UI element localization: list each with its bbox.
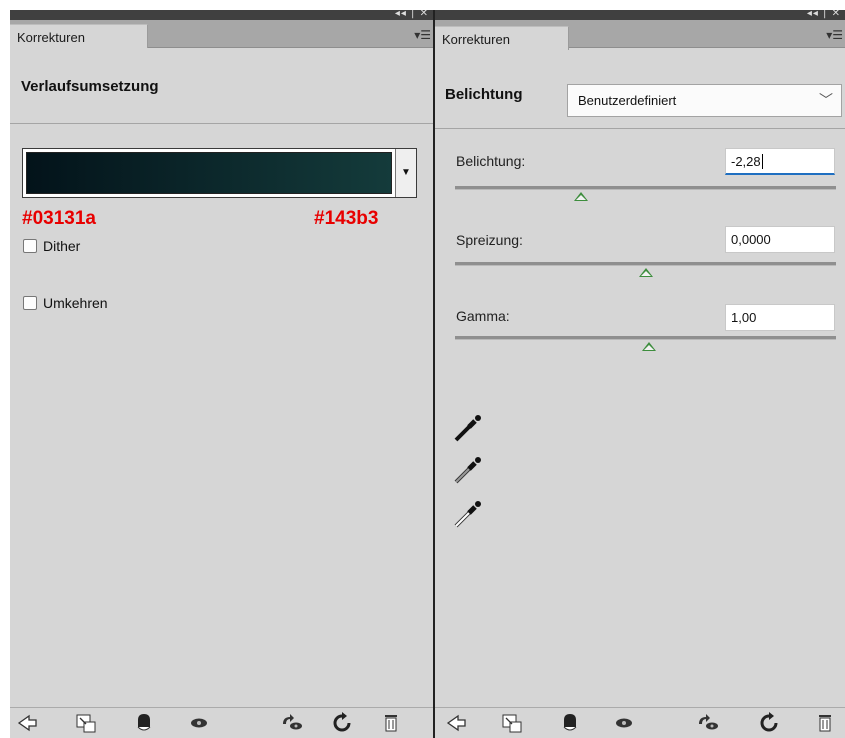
umkehren-checkbox[interactable]: Umkehren (23, 295, 108, 311)
checkbox-box[interactable] (23, 239, 37, 253)
tab-row: Korrekturen ▾☰ (435, 20, 845, 50)
view-previous-state-icon[interactable] (281, 712, 303, 734)
gradient-picker[interactable]: ▼ (22, 148, 417, 198)
panel-menu-icon[interactable]: ▾☰ (826, 28, 843, 42)
layer-mask-icon[interactable] (133, 712, 155, 734)
dither-checkbox[interactable]: Dither (23, 238, 80, 254)
tab-korrekturen[interactable]: Korrekturen (10, 24, 148, 48)
spreizung-slider-track[interactable] (455, 262, 836, 266)
spreizung-slider-thumb[interactable] (638, 268, 653, 277)
preset-select-value: Benutzerdefiniert (578, 93, 677, 108)
belichtung-value: -2,28 (731, 154, 761, 169)
gradient-map-panel: ◂◂ | ✕ Korrekturen ▾☰ Verlaufsumsetzung … (10, 10, 433, 738)
bottom-toolbar (435, 707, 845, 738)
clip-to-layer-icon[interactable] (501, 712, 523, 734)
collapse-close-icons[interactable]: ◂◂ | ✕ (807, 10, 841, 19)
belichtung-slider-thumb[interactable] (573, 192, 588, 201)
umkehren-label: Umkehren (43, 295, 108, 311)
panel-header-bar: ◂◂ | ✕ (435, 10, 845, 20)
white-eyedropper-icon[interactable] (453, 500, 485, 528)
layer-mask-icon[interactable] (559, 712, 581, 734)
tab-korrekturen[interactable]: Korrekturen (435, 26, 569, 50)
gamma-slider-track[interactable] (455, 336, 836, 340)
divider (435, 128, 845, 129)
gamma-label: Gamma: (456, 308, 510, 324)
gamma-input[interactable]: 1,00 (725, 304, 835, 331)
view-previous-state-icon[interactable] (697, 712, 719, 734)
preset-select[interactable]: Benutzerdefiniert ﹀ (567, 84, 842, 117)
trash-icon[interactable] (380, 712, 402, 734)
reset-icon[interactable] (758, 712, 780, 734)
chevron-down-icon: ﹀ (819, 92, 833, 108)
checkbox-box[interactable] (23, 296, 37, 310)
gray-eyedropper-icon[interactable] (453, 456, 485, 484)
panel-menu-icon[interactable]: ▾☰ (414, 28, 431, 42)
black-eyedropper-icon[interactable] (453, 414, 485, 442)
text-caret (761, 154, 763, 169)
exposure-panel: ◂◂ | ✕ Korrekturen ▾☰ Belichtung Benutze… (435, 10, 845, 738)
gradient-swatch[interactable] (26, 152, 392, 194)
gamma-value: 1,00 (731, 310, 757, 325)
back-arrow-icon[interactable] (445, 712, 467, 734)
visibility-eye-icon[interactable] (188, 712, 210, 734)
gradient-start-color-label: #03131a (22, 208, 96, 229)
belichtung-input[interactable]: -2,28 (725, 148, 835, 175)
panel-title: Verlaufsumsetzung (21, 78, 159, 95)
clip-to-layer-icon[interactable] (75, 712, 97, 734)
chevron-down-icon[interactable]: ▼ (395, 149, 416, 197)
collapse-close-icons[interactable]: ◂◂ | ✕ (395, 10, 429, 19)
dither-label: Dither (43, 238, 81, 254)
tab-row: Korrekturen ▾☰ (10, 20, 433, 48)
belichtung-label: Belichtung: (456, 153, 526, 169)
gradient-end-color-label: #143b3 (314, 208, 379, 229)
panel-header-bar: ◂◂ | ✕ (10, 10, 433, 20)
gamma-slider-thumb[interactable] (642, 342, 657, 351)
divider (10, 123, 433, 124)
spreizung-label: Spreizung: (456, 232, 523, 248)
bottom-toolbar (10, 707, 433, 738)
trash-icon[interactable] (814, 712, 836, 734)
belichtung-slider-track[interactable] (455, 186, 836, 190)
spreizung-value: 0,0000 (731, 232, 771, 247)
reset-icon[interactable] (331, 712, 353, 734)
visibility-eye-icon[interactable] (613, 712, 635, 734)
panel-title: Belichtung (445, 86, 523, 103)
back-arrow-icon[interactable] (16, 712, 38, 734)
spreizung-input[interactable]: 0,0000 (725, 226, 835, 253)
